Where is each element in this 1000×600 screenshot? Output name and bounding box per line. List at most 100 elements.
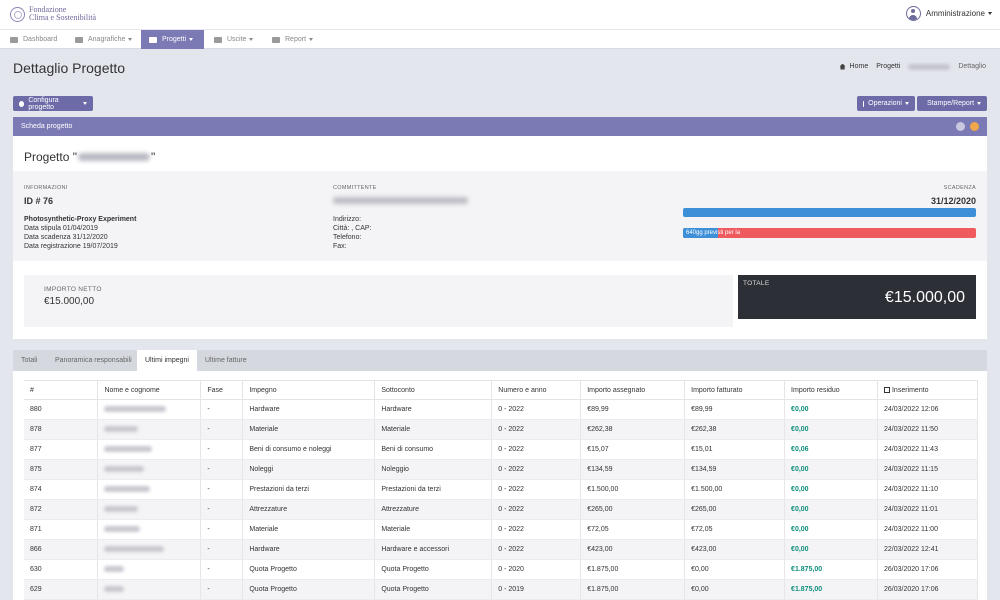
nav-report-label: Report: [285, 36, 307, 43]
stampe-report-button[interactable]: Stampe/Report: [917, 96, 987, 111]
cell-nome: [97, 459, 202, 480]
redacted-name: [104, 526, 141, 533]
list-icon: [75, 36, 83, 43]
cell-impegno: Hardware: [242, 399, 376, 420]
tab-ultimi-impegni[interactable]: Ultimi impegni: [137, 350, 197, 371]
col-importo-assegnato[interactable]: Importo assegnato: [580, 380, 686, 400]
folder-icon: [149, 36, 157, 43]
col-inserimento[interactable]: Inserimento: [877, 380, 979, 400]
cell-fase: -: [200, 459, 244, 480]
operazioni-button[interactable]: Operazioni: [857, 96, 915, 111]
totale-label: TOTALE: [743, 280, 770, 287]
cell-fase: -: [200, 399, 244, 420]
brand-logo[interactable]: Fondazione Clima e Sostenibilità: [10, 6, 96, 22]
cell-importo-assegnato: €15,07: [580, 439, 686, 460]
table-row[interactable]: 630- Quota Progetto Quota Progetto 0 - 2020…: [24, 559, 979, 580]
data-stipula: Data stipula 01/04/2019: [24, 225, 98, 232]
table-row[interactable]: 880- Hardware Hardware 0 - 2022 €89,99 €89,99…: [24, 399, 979, 420]
chevron-down-icon: [189, 38, 194, 41]
scadenza-label: SCADENZA: [943, 185, 976, 191]
nav-dashboard-label: Dashboard: [23, 36, 58, 43]
col-impegno[interactable]: Impegno: [242, 380, 376, 400]
cell-sottoconto: Beni di consumo: [374, 439, 493, 460]
table-row[interactable]: 871- Materiale Materiale 0 - 2022 €72,05 €72,…: [24, 519, 979, 540]
tab-panoramica-responsabili[interactable]: Panoramica responsabili: [47, 350, 140, 371]
cell-importo-fatturato: €0,00: [684, 559, 786, 580]
table-row[interactable]: 878- Materiale Materiale 0 - 2022 €262,38 €26…: [24, 419, 979, 440]
operazioni-label: Operazioni: [868, 100, 902, 107]
col-fase[interactable]: Fase: [200, 380, 244, 400]
cell-importo-residuo: €0,00: [784, 499, 878, 520]
cell-numero-anno: 0 - 2022: [491, 499, 582, 520]
cell-inserimento: 24/03/2022 12:06: [877, 399, 979, 420]
progress-bar-fill: 640gg previsti per la: [683, 228, 740, 238]
breadcrumb-project-redacted[interactable]: [908, 63, 951, 70]
nav-report[interactable]: Report: [264, 30, 321, 49]
scheda-progetto-card: Scheda progetto Progetto " " INFORMAZION…: [13, 117, 987, 339]
breadcrumb-home[interactable]: Home: [850, 63, 869, 70]
cell-importo-fatturato: €89,99: [684, 399, 786, 420]
cell-nome: [97, 439, 202, 460]
tab-ultime-fatture[interactable]: Ultime fatture: [197, 350, 255, 371]
cell-importo-residuo: €1.875,00: [784, 579, 878, 600]
project-name: Photosynthetic-Proxy Experiment: [24, 216, 137, 223]
cell-impegno: Quota Progetto: [242, 559, 376, 580]
user-menu[interactable]: Amministrazione: [905, 6, 992, 21]
col-id[interactable]: #: [24, 380, 99, 400]
cell-importo-fatturato: €15,01: [684, 439, 786, 460]
col-importo-fatturato[interactable]: Importo fatturato: [684, 380, 786, 400]
cell-sottoconto: Materiale: [374, 519, 493, 540]
page-title: Dettaglio Progetto: [13, 60, 126, 76]
cell-numero-anno: 0 - 2020: [491, 559, 582, 580]
nav-uscite[interactable]: Uscite: [206, 30, 261, 49]
nav-dashboard[interactable]: Dashboard: [2, 30, 65, 49]
cell-nome: [97, 579, 202, 600]
gear-icon: [19, 100, 25, 107]
project-id: ID # 76: [24, 196, 54, 206]
nav-anagrafiche[interactable]: Anagrafiche: [67, 30, 140, 49]
cell-impegno: Attrezzature: [242, 499, 376, 520]
breadcrumb-progetti[interactable]: Progetti: [876, 63, 900, 70]
cell-importo-residuo: €0,00: [784, 459, 878, 480]
cell-id: 877: [24, 439, 99, 460]
table-row[interactable]: 874- Prestazioni da terzi Prestazioni da t…: [24, 479, 979, 500]
table-row[interactable]: 875- Noleggi Noleggio 0 - 2022 €134,59 €134,5…: [24, 459, 979, 480]
refresh-icon[interactable]: [956, 122, 965, 131]
cell-numero-anno: 0 - 2022: [491, 419, 582, 440]
configura-progetto-button[interactable]: Configura progetto: [13, 96, 93, 111]
breadcrumb-current: Dettaglio: [958, 63, 986, 70]
cell-sottoconto: Hardware: [374, 399, 493, 420]
cell-id: 871: [24, 519, 99, 540]
col-nome[interactable]: Nome e cognome: [97, 380, 202, 400]
configura-progetto-label: Configura progetto: [28, 96, 59, 111]
cell-importo-residuo: €0,06: [784, 439, 878, 460]
col-sottoconto[interactable]: Sottoconto: [374, 380, 493, 400]
breadcrumb: Home Progetti Dettaglio: [839, 63, 986, 70]
table-row[interactable]: 872- Attrezzature Attrezzature 0 - 2022 €265…: [24, 499, 979, 520]
cell-fase: -: [200, 579, 244, 600]
cell-inserimento: 24/03/2022 11:10: [877, 479, 979, 500]
cell-importo-residuo: €0,00: [784, 539, 878, 560]
cell-id: 872: [24, 499, 99, 520]
cell-nome: [97, 499, 202, 520]
col-importo-residuo[interactable]: Importo residuo: [784, 380, 878, 400]
cell-numero-anno: 0 - 2022: [491, 519, 582, 540]
table-row[interactable]: 629- Quota Progetto Quota Progetto 0 - 2019…: [24, 579, 979, 600]
totale-value: €15.000,00: [884, 289, 965, 306]
cell-importo-fatturato: €262,38: [684, 419, 786, 440]
table-row[interactable]: 866 - Hardware Hardware e accessori 0 - 2022…: [24, 539, 979, 560]
cell-inserimento: 24/03/2022 11:15: [877, 459, 979, 480]
cell-id: 880: [24, 399, 99, 420]
cell-importo-fatturato: €423,00: [684, 539, 786, 560]
tab-totali[interactable]: Totali: [13, 350, 45, 371]
collapse-icon[interactable]: [970, 122, 979, 131]
dashboard-icon: [10, 36, 18, 43]
table-header-row: # Nome e cognome Fase Impegno Sottoconto…: [24, 380, 979, 400]
col-numero-anno[interactable]: Numero e anno: [491, 380, 582, 400]
nav-progetti[interactable]: Progetti: [141, 30, 204, 49]
cell-impegno: Prestazioni da terzi: [242, 479, 376, 500]
cell-importo-assegnato: €265,00: [580, 499, 686, 520]
cell-inserimento: 24/03/2022 11:43: [877, 439, 979, 460]
committente-indirizzo: Indirizzo:: [333, 216, 362, 223]
table-row[interactable]: 877 - Beni di consumo e noleggi Beni di con…: [24, 439, 979, 460]
